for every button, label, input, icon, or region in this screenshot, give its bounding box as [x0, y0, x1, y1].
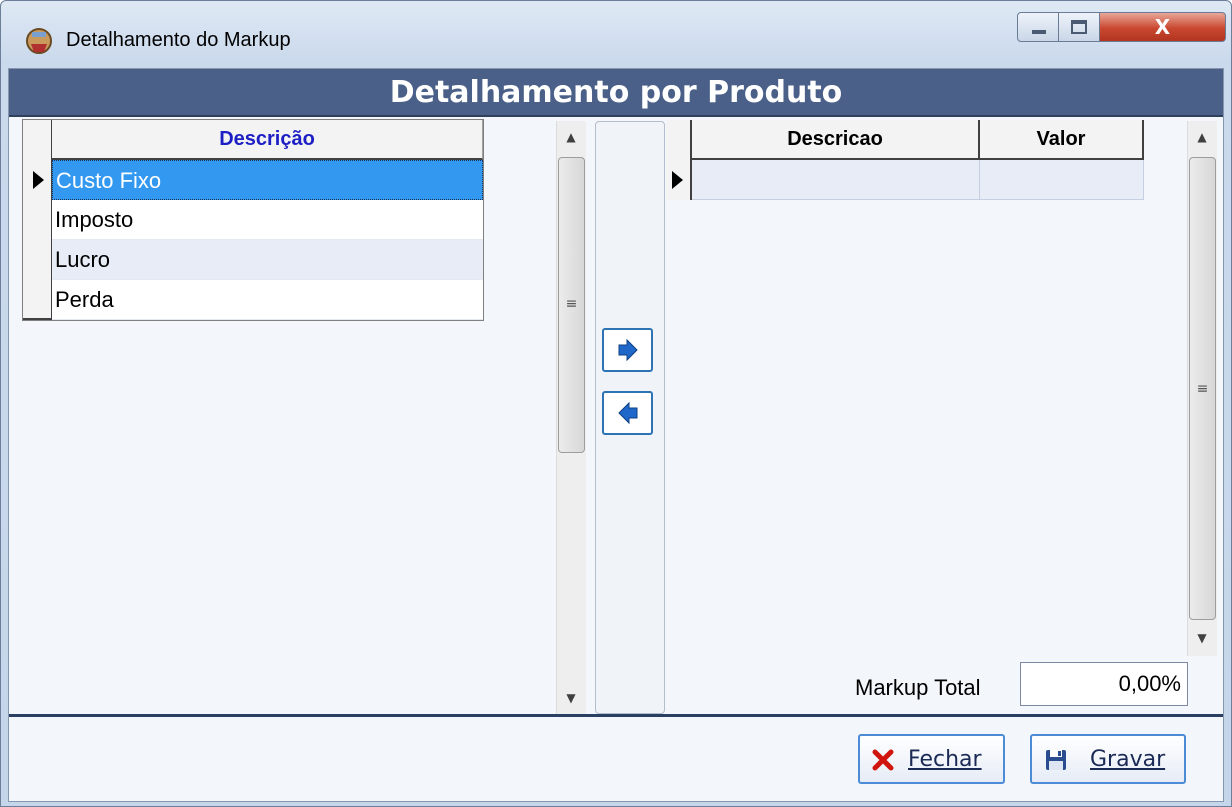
remove-item-button[interactable]: [602, 391, 653, 435]
list-item[interactable]: Lucro: [52, 240, 483, 280]
scroll-down-arrow-icon[interactable]: ▼: [556, 687, 586, 709]
list-item[interactable]: Imposto: [52, 200, 483, 240]
footer-divider: [9, 714, 1223, 717]
add-item-button[interactable]: [602, 328, 653, 372]
maximize-icon: [1071, 20, 1087, 34]
close-window-button[interactable]: X: [1100, 12, 1226, 42]
row-indicator-column: [23, 120, 52, 320]
column-header-descricao[interactable]: Descrição: [52, 120, 483, 160]
window-title: Detalhamento do Markup: [66, 29, 291, 51]
arrow-right-icon: [618, 338, 638, 362]
close-icon: X: [1154, 15, 1171, 39]
close-button-label: Fechar: [908, 747, 982, 772]
minimize-icon: [1032, 30, 1046, 34]
table-cell-valor[interactable]: [980, 160, 1144, 200]
table-cell-descricao[interactable]: [692, 160, 980, 200]
current-row-indicator-icon: [33, 171, 44, 189]
arrow-left-icon: [617, 401, 637, 425]
list-item[interactable]: Perda: [52, 280, 483, 320]
scroll-up-arrow-icon[interactable]: ▲: [1187, 126, 1217, 148]
column-header-descricao[interactable]: Descricao: [692, 120, 980, 160]
current-row-indicator-icon: [672, 171, 683, 189]
scroll-down-arrow-icon[interactable]: ▼: [1187, 627, 1217, 649]
save-button-label: Gravar: [1090, 747, 1166, 772]
markup-total-field[interactable]: 0,00%: [1020, 662, 1188, 706]
close-button[interactable]: Fechar: [858, 734, 1005, 784]
scroll-up-arrow-icon[interactable]: ▲: [556, 126, 586, 148]
minimize-button[interactable]: [1017, 12, 1059, 42]
maximize-button[interactable]: [1059, 12, 1100, 42]
markup-total-label: Markup Total: [855, 675, 981, 700]
app-icon: [22, 24, 56, 58]
column-header-valor[interactable]: Valor: [980, 120, 1144, 160]
floppy-disk-icon: [1046, 750, 1066, 770]
save-button[interactable]: Gravar: [1030, 734, 1186, 784]
scrollbar-grip-icon: ≡: [565, 296, 578, 312]
list-item[interactable]: Custo Fixo: [52, 160, 483, 200]
page-title: Detalhamento por Produto: [9, 69, 1223, 117]
scrollbar-grip-icon: ≡: [1196, 381, 1209, 397]
x-icon: [872, 749, 894, 771]
